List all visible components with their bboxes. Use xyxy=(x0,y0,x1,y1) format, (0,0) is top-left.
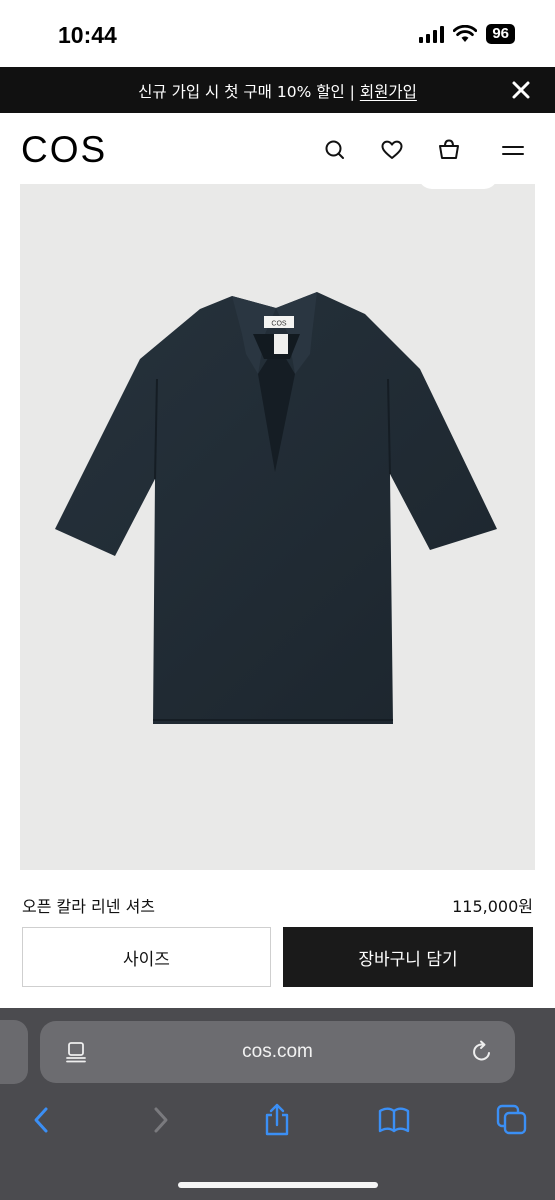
reload-icon[interactable] xyxy=(469,1039,495,1065)
back-icon[interactable] xyxy=(25,1103,59,1137)
garment-label-text: COS xyxy=(271,321,287,328)
url-text: cos.com xyxy=(242,1041,313,1062)
size-select-button[interactable]: 사이즈 xyxy=(22,927,271,987)
promo-text: 신규 가입 시 첫 구매 10% 할인 | 회원가입 xyxy=(0,80,555,102)
wifi-icon xyxy=(453,25,478,42)
status-bar: 10:44 96 xyxy=(0,0,555,67)
address-bar[interactable]: cos.com xyxy=(40,1021,515,1083)
brand-logo[interactable]: COS xyxy=(21,129,107,171)
add-to-cart-button[interactable]: 장바구니 담기 xyxy=(283,927,533,987)
home-indicator xyxy=(178,1182,378,1188)
shopping-bag-icon[interactable] xyxy=(436,137,462,163)
menu-icon[interactable] xyxy=(500,137,526,163)
image-indicator-tab xyxy=(418,175,498,189)
share-icon[interactable] xyxy=(260,1103,294,1137)
battery-indicator: 96 xyxy=(486,24,515,44)
product-image[interactable]: COS xyxy=(20,184,535,870)
product-name: 오픈 칼라 리넨 셔츠 xyxy=(22,897,156,916)
promo-message: 신규 가입 시 첫 구매 10% 할인 | xyxy=(138,83,360,101)
search-icon[interactable] xyxy=(322,137,348,163)
signup-link[interactable]: 회원가입 xyxy=(360,83,417,101)
cellular-signal-icon xyxy=(419,25,445,43)
close-icon[interactable] xyxy=(509,78,533,102)
status-time: 10:44 xyxy=(58,22,117,48)
status-icons: 96 xyxy=(419,24,515,44)
previous-tab-preview[interactable] xyxy=(0,1020,28,1084)
promo-banner: 신규 가입 시 첫 구매 10% 할인 | 회원가입 xyxy=(0,67,555,113)
shirt-illustration: COS xyxy=(55,292,497,724)
heart-icon[interactable] xyxy=(379,137,405,163)
bookmarks-icon[interactable] xyxy=(377,1103,411,1137)
browser-toolbar: cos.com xyxy=(0,1008,555,1200)
forward-icon xyxy=(154,1107,168,1133)
product-price: 115,000원 xyxy=(452,897,533,916)
tabs-icon[interactable] xyxy=(495,1103,529,1137)
